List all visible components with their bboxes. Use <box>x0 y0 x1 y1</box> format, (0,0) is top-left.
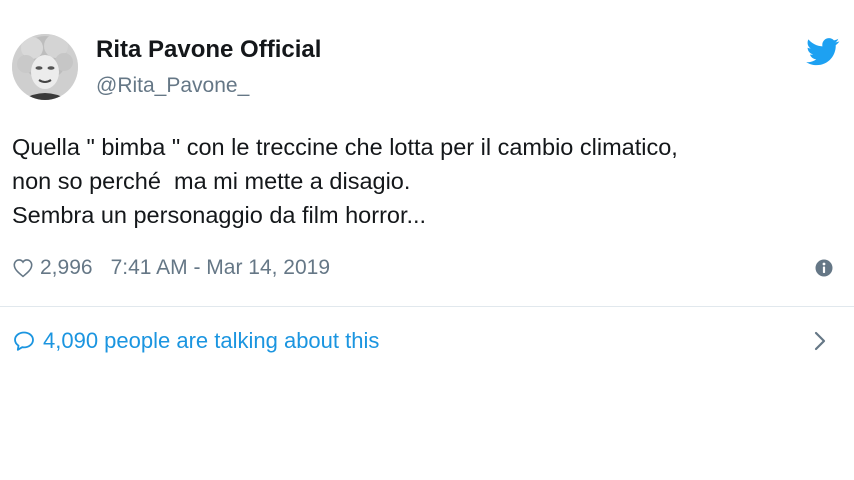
twitter-bird-icon[interactable] <box>806 38 840 66</box>
tweet-meta: 2,996 7:41 AM - Mar 14, 2019 <box>12 254 330 282</box>
speech-bubble-icon <box>14 331 34 351</box>
tweet-timestamp[interactable]: 7:41 AM - Mar 14, 2019 <box>111 256 330 280</box>
tweet-card: Rita Pavone Official @Rita_Pavone_ Quell… <box>0 0 854 480</box>
tweet-text-line: non so perché ma mi mette a disagio. <box>12 168 411 194</box>
tweet-text: Quella " bimba " con le treccine che lot… <box>12 130 846 232</box>
like-count[interactable]: 2,996 <box>40 256 93 280</box>
avatar-photo <box>12 34 78 100</box>
heart-icon[interactable] <box>12 257 34 279</box>
chevron-right-icon[interactable] <box>812 329 828 353</box>
display-name[interactable]: Rita Pavone Official <box>96 36 321 64</box>
talking-label: 4,090 people are talking about this <box>43 328 380 353</box>
conversation-link[interactable]: 4,090 people are talking about this <box>12 326 846 356</box>
info-icon[interactable] <box>815 259 833 277</box>
divider <box>0 306 854 307</box>
tweet-text-line: Sembra un personaggio da film horror... <box>12 202 427 228</box>
avatar[interactable] <box>12 34 78 100</box>
username-handle[interactable]: @Rita_Pavone_ <box>96 74 249 98</box>
tweet-text-line: Quella " bimba " con le treccine che lot… <box>12 134 678 160</box>
